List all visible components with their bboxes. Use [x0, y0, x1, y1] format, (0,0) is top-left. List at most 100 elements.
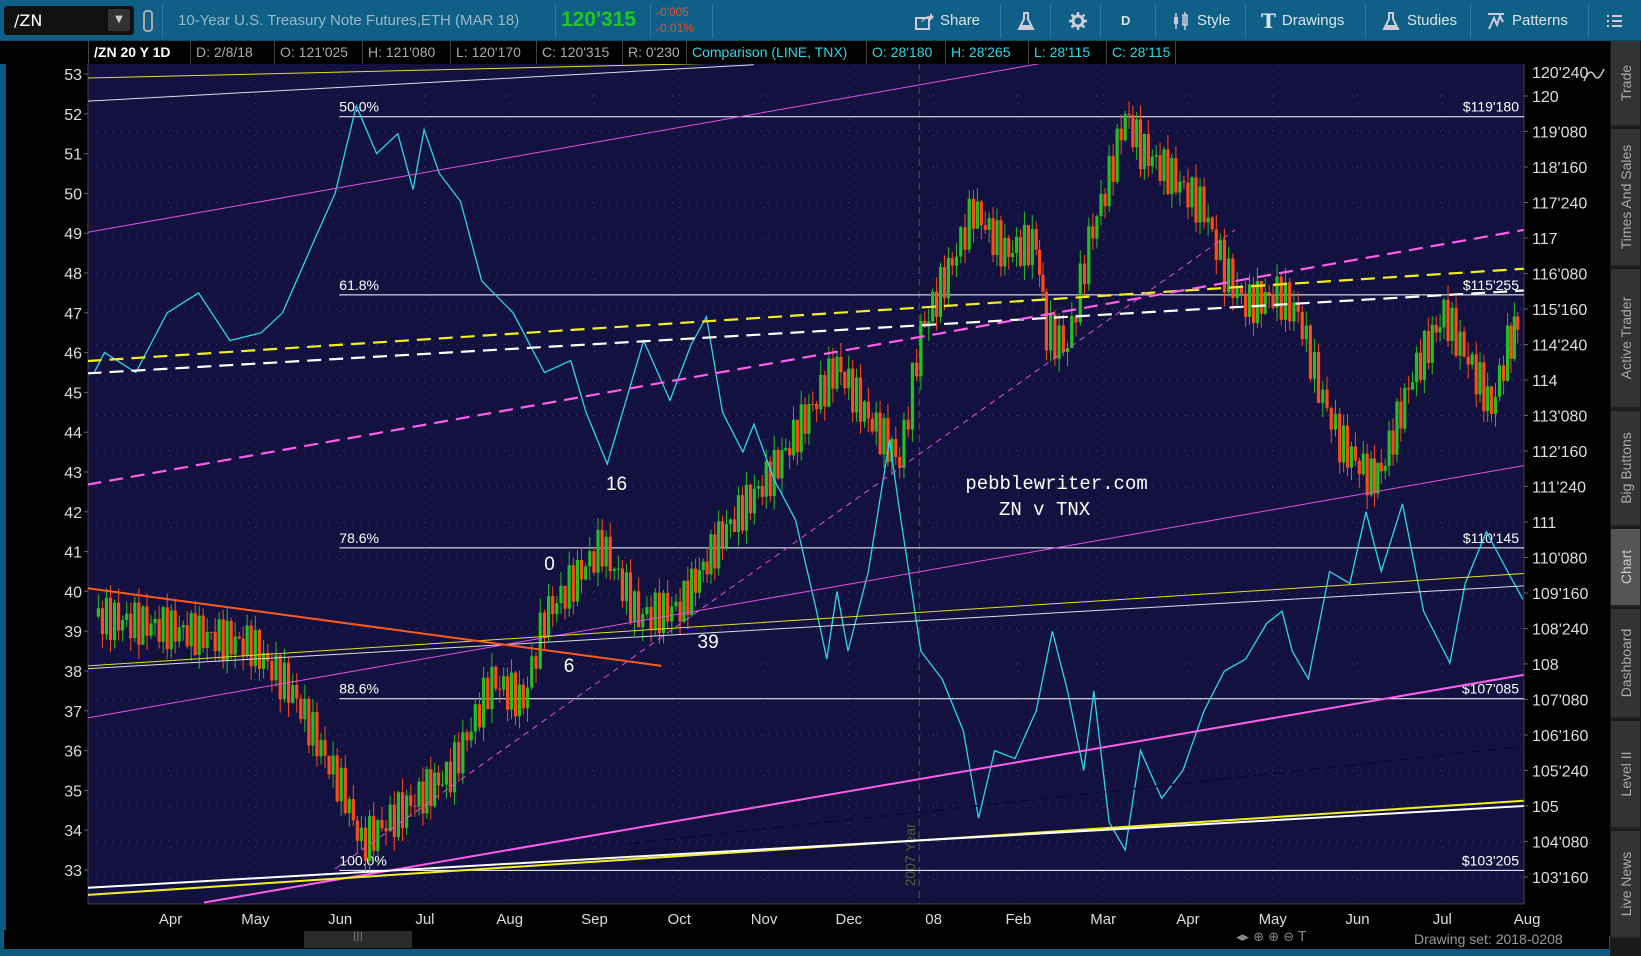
candle-body [299, 698, 303, 720]
comparison-label[interactable]: Comparison (LINE, TNX) [686, 41, 852, 64]
candle-body [815, 404, 819, 410]
menu-button[interactable] [1596, 0, 1632, 41]
gear-icon [1069, 11, 1087, 30]
candle-body [153, 618, 157, 624]
right-axis-label: 117'240 [1532, 195, 1587, 212]
candle-body [444, 761, 449, 785]
candle-body [181, 625, 185, 628]
x-axis-label: Oct [668, 911, 692, 928]
chart-title: /ZN 20 Y 1D [88, 41, 176, 64]
candle-body [1194, 177, 1198, 223]
flask-button[interactable] [1008, 0, 1044, 41]
chevron-down-icon[interactable]: ▼ [108, 9, 130, 31]
side-tab-label: Dashboard [1617, 628, 1634, 698]
side-tab-live-news[interactable]: Live News [1611, 831, 1640, 939]
text-tool-icon[interactable]: T [1298, 930, 1306, 945]
style-button[interactable]: Style [1163, 0, 1238, 41]
candle-body [262, 652, 266, 669]
side-tab-trade[interactable]: Trade [1611, 41, 1640, 127]
scrollbar-thumb[interactable]: ||| [304, 931, 412, 948]
chart-nav-icons[interactable]: ◂▸ ⊕ ⊕ ⊖ T [1236, 930, 1306, 945]
x-axis-label: Apr [159, 911, 182, 928]
candle-body [559, 585, 563, 604]
candle-body [938, 267, 943, 317]
fib-percent-label: 78.6% [339, 530, 379, 546]
studies-button[interactable]: Studies [1373, 0, 1465, 41]
left-axis-label: 52 [64, 107, 82, 124]
candle-body [437, 772, 441, 786]
candle-body [96, 608, 100, 617]
candle-body [521, 684, 525, 709]
horizontal-scrollbar[interactable] [4, 930, 1609, 949]
side-tab-big-buttons[interactable]: Big Buttons [1611, 411, 1640, 527]
patterns-button[interactable]: Patterns [1478, 0, 1576, 41]
candle-body [847, 368, 851, 389]
drawings-button[interactable]: T Drawings [1253, 0, 1352, 41]
studies-label: Studies [1407, 12, 1458, 29]
candle-body [858, 377, 863, 422]
candle-body [839, 356, 843, 373]
settings-button[interactable] [1060, 0, 1096, 41]
candle-body [1442, 299, 1446, 328]
candle-body [1275, 276, 1279, 308]
side-tab-label: Trade [1617, 64, 1634, 102]
candle-body [724, 524, 729, 547]
price-chart[interactable]: 2007 Year50.0% $119'18061.8% $115'25578.6%… [6, 64, 1610, 936]
candle-body [975, 201, 979, 229]
candle-body [104, 597, 109, 635]
candle-body [274, 655, 278, 681]
fib-percent-label: 88.6% [339, 681, 379, 697]
candle-body [1458, 331, 1462, 356]
candle-body [376, 819, 380, 851]
candle-body [1138, 119, 1143, 170]
candle-body [709, 534, 713, 575]
side-tab-level-ii[interactable]: Level II [1611, 721, 1640, 829]
candle-body [245, 625, 249, 656]
candle-body [185, 625, 189, 647]
candle-body [959, 227, 963, 257]
candle-body [409, 795, 413, 806]
candle-body [1030, 228, 1034, 266]
zoom-out-icon[interactable]: ⊖ [1283, 930, 1298, 945]
side-tab-label: Times And Sales [1617, 144, 1634, 250]
candle-body [1387, 430, 1391, 466]
candle-body [807, 403, 811, 434]
share-button[interactable]: Share [906, 0, 988, 41]
candle-body [1247, 284, 1252, 317]
side-tab-dashboard[interactable]: Dashboard [1611, 609, 1640, 719]
link-icon[interactable] [143, 10, 153, 32]
right-axis-label: 105 [1532, 799, 1559, 816]
side-tab-times-and-sales[interactable]: Times And Sales [1611, 129, 1640, 267]
side-tab-chart[interactable]: Chart [1611, 529, 1640, 607]
right-axis-label: 114'240 [1532, 337, 1587, 354]
year-marker-label: 2007 Year [902, 823, 918, 886]
symbol-selector[interactable]: /ZN ▼ [4, 6, 134, 35]
x-axis-label: May [241, 911, 270, 928]
side-tabs: Trade Times And Sales Active Trader Big But… [1610, 41, 1641, 956]
candle-body [425, 769, 429, 814]
fib-price-label: $110'145 [1463, 530, 1519, 546]
left-axis-label: 40 [64, 584, 82, 601]
divider [555, 4, 556, 38]
left-axis-label: 41 [64, 545, 82, 562]
drawing-set-label[interactable]: Drawing set: 2018-0208 [1414, 931, 1563, 947]
wave-count-label: 0 [544, 554, 555, 575]
candle-body [117, 602, 121, 631]
pan-icon[interactable]: ◂▸ [1236, 930, 1253, 945]
bar-close: C: 120'315 [536, 41, 614, 64]
right-axis-label: 109'160 [1532, 586, 1589, 603]
candle-body [894, 439, 898, 457]
crosshair-icon[interactable]: ⊕ [1253, 930, 1268, 945]
candle-body [1418, 352, 1423, 380]
candle-body [1489, 386, 1494, 414]
aggregation-button[interactable]: D [1113, 0, 1138, 41]
divider [712, 4, 713, 38]
candle-body [697, 570, 701, 593]
candle-body [579, 559, 584, 580]
candle-body [221, 619, 225, 661]
candle-body [915, 362, 919, 377]
side-tab-active-trader[interactable]: Active Trader [1611, 269, 1640, 409]
candle-body [1308, 325, 1312, 379]
candle-body [1316, 351, 1321, 404]
zoom-in-icon[interactable]: ⊕ [1268, 930, 1283, 945]
